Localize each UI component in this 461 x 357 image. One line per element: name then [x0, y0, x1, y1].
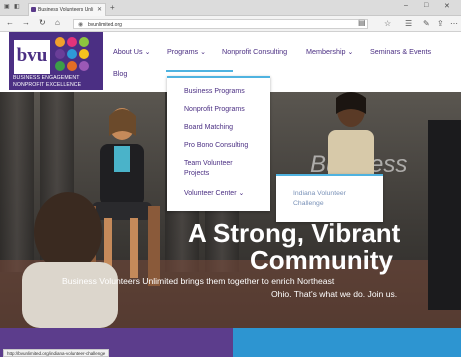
maximize-icon[interactable]: □	[424, 2, 428, 9]
more-icon[interactable]: ⋯	[450, 19, 458, 28]
menu-item-business-programs[interactable]: Business Programs	[184, 87, 245, 97]
logo-tagline-1: BUSINESS ENGAGEMENT	[13, 75, 80, 81]
hero-headline-line2: Community	[250, 245, 393, 275]
nav-nonprofit-consulting[interactable]: Nonprofit Consulting	[222, 47, 287, 56]
status-bar-url: http://bvunlimited.org/indiana-volunteer…	[3, 349, 110, 357]
nav-membership-label: Membership	[306, 47, 346, 56]
nav-programs[interactable]: Programs ⌄	[167, 47, 206, 56]
site-logo[interactable]: bvu BUSINESS ENGAGEMENT NONPROFIT EXCELL…	[9, 32, 103, 90]
address-toolbar: ← → ↻ ⌂ ◉ bvunlimited.org ▤ ☆ ☰ ✎ ⇪ ⋯	[0, 16, 461, 32]
page-info-icon[interactable]: ◉	[78, 21, 83, 28]
logo-dot	[79, 61, 89, 71]
logo-tagline-2: NONPROFIT EXCELLENCE	[13, 82, 82, 88]
logo-dot	[55, 49, 65, 59]
nav-about-us[interactable]: About Us ⌄	[113, 47, 151, 56]
menu-item-label: Indiana Volunteer	[293, 190, 346, 197]
tab-actions-icon[interactable]: ▣	[4, 3, 10, 10]
nav-programs-label: Programs	[167, 47, 199, 56]
window-close-icon[interactable]: ✕	[444, 2, 450, 10]
chevron-down-icon: ⌄	[347, 47, 354, 56]
programs-dropdown: Business Programs Nonprofit Programs Boa…	[167, 76, 270, 211]
browser-tab[interactable]: Business Volunteers Unli ✕	[28, 3, 106, 16]
menu-item-board-matching[interactable]: Board Matching	[184, 123, 233, 133]
chevron-down-icon: ⌄	[144, 47, 151, 56]
logo-mark: bvu	[14, 40, 50, 74]
hero-subtext-line2: Ohio. That's what we do. Join us.	[271, 289, 398, 299]
url-field[interactable]: ◉ bvunlimited.org	[73, 19, 368, 29]
minimize-icon[interactable]: –	[404, 2, 408, 9]
menu-item-team-volunteer-projects[interactable]: Team Volunteer Projects	[184, 159, 233, 179]
menu-item-volunteer-center[interactable]: Volunteer Center ⌄	[184, 189, 244, 199]
audience-photo	[22, 192, 118, 328]
logo-dot	[67, 37, 77, 47]
reload-icon[interactable]: ↻	[39, 18, 46, 27]
hub-icon[interactable]: ☰	[405, 19, 412, 28]
menu-item-label: Challenge	[293, 200, 324, 207]
logo-dot	[55, 37, 65, 47]
tab-close-icon[interactable]: ✕	[97, 6, 102, 13]
logo-dot	[79, 49, 89, 59]
reading-view-icon[interactable]: ▤	[358, 18, 366, 27]
logo-dot	[79, 37, 89, 47]
nav-membership[interactable]: Membership ⌄	[306, 47, 354, 56]
bottom-blue-panel	[233, 328, 461, 357]
favorite-star-icon[interactable]: ☆	[384, 19, 391, 28]
forward-icon[interactable]: →	[22, 18, 30, 27]
menu-item-nonprofit-programs[interactable]: Nonprofit Programs	[184, 105, 245, 115]
url-text: bvunlimited.org	[88, 22, 122, 28]
menu-item-label: Projects	[184, 170, 210, 177]
home-icon[interactable]: ⌂	[55, 18, 60, 27]
logo-dot	[55, 61, 65, 71]
logo-dot	[67, 61, 77, 71]
stage-speaker-cabinet	[428, 120, 461, 310]
tab-preview-icon[interactable]: ◧	[14, 3, 20, 10]
browser-tab-bar: ▣ ◧ Business Volunteers Unli ✕ + – □ ✕	[0, 0, 461, 16]
chevron-down-icon: ⌄	[200, 47, 207, 56]
tab-title: Business Volunteers Unli	[38, 7, 94, 13]
menu-item-label: Team Volunteer	[184, 160, 233, 167]
nav-seminars-events[interactable]: Seminars & Events	[370, 47, 431, 56]
volunteer-center-submenu: Indiana Volunteer Challenge	[276, 174, 383, 222]
nav-blog[interactable]: Blog	[113, 69, 127, 78]
new-tab-icon[interactable]: +	[110, 3, 115, 12]
nav-about-label: About Us	[113, 47, 143, 56]
menu-item-pro-bono-consulting[interactable]: Pro Bono Consulting	[184, 141, 248, 151]
menu-item-label: Volunteer Center	[184, 190, 237, 197]
menu-item-indiana-volunteer-challenge[interactable]: Indiana Volunteer Challenge	[293, 189, 373, 209]
logo-dot	[67, 49, 77, 59]
back-icon[interactable]: ←	[6, 18, 14, 27]
share-icon[interactable]: ⇪	[437, 19, 444, 28]
favicon-icon	[31, 7, 36, 12]
nav-active-indicator	[166, 70, 233, 72]
hero-subtext-line1: Business Volunteers Unlimited brings the…	[62, 276, 335, 286]
notes-icon[interactable]: ✎	[423, 19, 430, 28]
chevron-down-icon: ⌄	[238, 190, 245, 197]
